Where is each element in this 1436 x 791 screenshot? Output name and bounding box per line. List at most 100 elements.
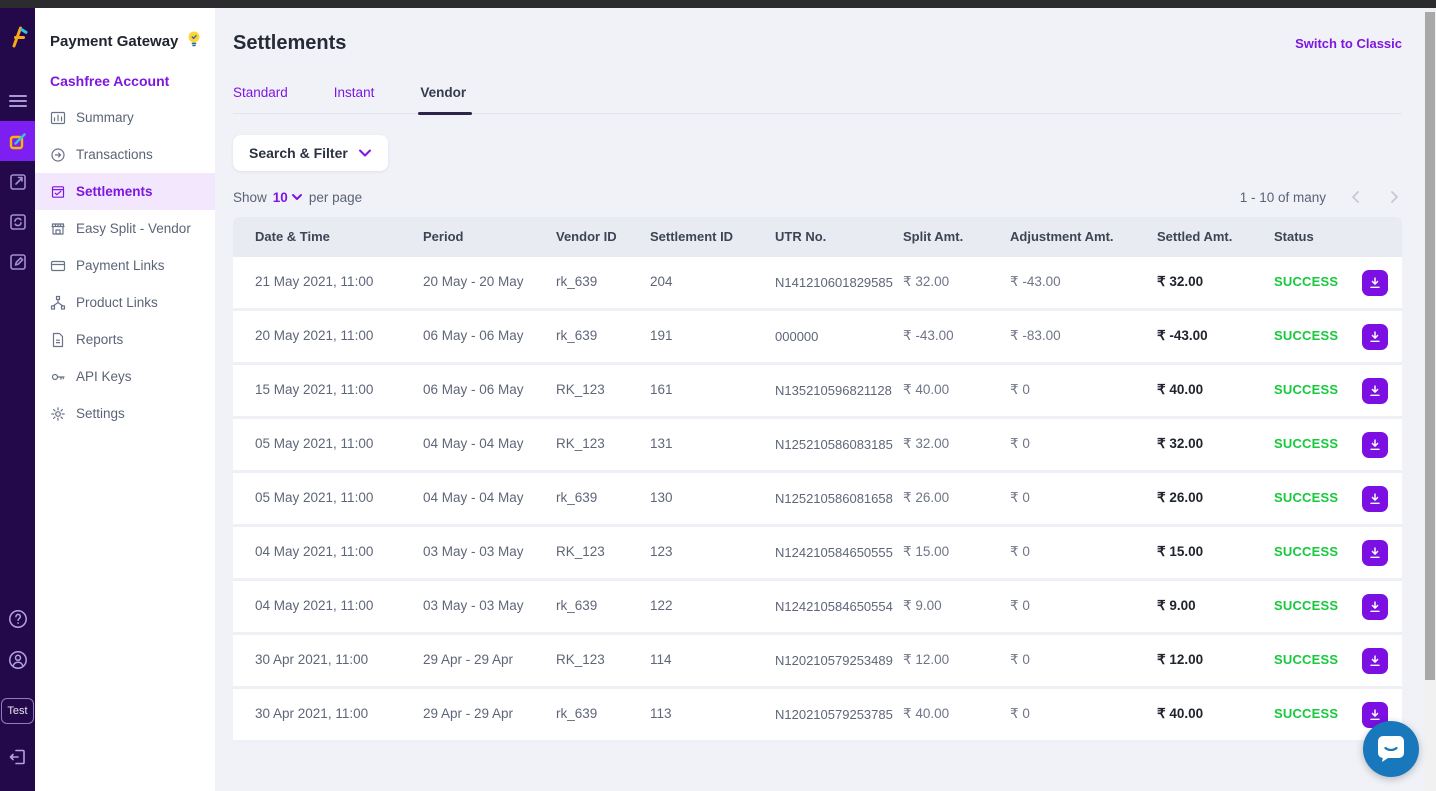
- main-content: Settlements Switch to Classic Standard I…: [215, 8, 1424, 791]
- test-mode-badge[interactable]: Test: [1, 698, 34, 724]
- transactions-icon: [50, 147, 66, 163]
- download-button[interactable]: [1362, 431, 1388, 458]
- sidebar: Payment Gateway Cashfree Account Summary…: [35, 8, 215, 791]
- pagination: 1 - 10 of many: [1240, 189, 1402, 205]
- download-button[interactable]: [1362, 539, 1388, 566]
- cell-date-time: 15 May 2021, 11:00: [255, 382, 374, 398]
- page-title: Settlements: [233, 32, 347, 54]
- help-icon[interactable]: [7, 608, 29, 635]
- cell-utr-no: N124210584650554: [775, 598, 893, 614]
- sidebar-item-reports[interactable]: Reports: [35, 321, 215, 358]
- download-icon: [1370, 600, 1380, 612]
- status-badge: SUCCESS: [1274, 598, 1339, 614]
- rail-item-sync-icon[interactable]: [0, 201, 35, 241]
- cell-adjustment-amt: ₹ 0: [1010, 490, 1030, 506]
- column-header-adjustment-amt: Adjustment Amt.: [1010, 229, 1114, 245]
- download-button[interactable]: [1362, 593, 1388, 620]
- cell-date-time: 04 May 2021, 11:00: [255, 598, 374, 614]
- rail-item-export-icon[interactable]: [0, 161, 35, 201]
- search-filter-label: Search & Filter: [249, 145, 348, 161]
- menu-hamburger-icon[interactable]: [0, 81, 35, 121]
- cell-settled-amt: ₹ 32.00: [1157, 274, 1204, 290]
- cell-settlement-id: 204: [650, 274, 673, 290]
- sidebar-item-label: Payment Links: [76, 258, 165, 273]
- table-header-row: Date & Time Period Vendor ID Settlement …: [233, 217, 1402, 257]
- cell-date-time: 30 Apr 2021, 11:00: [255, 706, 369, 722]
- cell-adjustment-amt: ₹ -43.00: [1010, 274, 1061, 290]
- rail-item-edit-icon[interactable]: [0, 241, 35, 281]
- page-size-select[interactable]: 10: [273, 190, 303, 205]
- table-row: 21 May 2021, 11:00 20 May - 20 May rk_63…: [233, 257, 1402, 311]
- table-row: 05 May 2021, 11:00 04 May - 04 May rk_63…: [233, 473, 1402, 527]
- cell-settlement-id: 123: [650, 544, 673, 560]
- cell-settled-amt: ₹ 12.00: [1157, 652, 1204, 668]
- status-badge: SUCCESS: [1274, 274, 1339, 290]
- scrollbar[interactable]: [1424, 8, 1436, 791]
- cell-utr-no: N125210586083185: [775, 436, 893, 452]
- account-name[interactable]: Cashfree Account: [35, 53, 215, 99]
- cell-split-amt: ₹ 32.00: [903, 436, 950, 452]
- sidebar-item-settlements[interactable]: Settlements: [35, 173, 215, 210]
- file-icon: [50, 332, 66, 348]
- sidebar-item-product-links[interactable]: Product Links: [35, 284, 215, 321]
- download-button[interactable]: [1362, 269, 1388, 296]
- scrollbar-thumb[interactable]: [1425, 12, 1435, 680]
- cell-settled-amt: ₹ 15.00: [1157, 544, 1204, 560]
- cell-settled-amt: ₹ 40.00: [1157, 706, 1204, 722]
- sidebar-item-label: API Keys: [76, 369, 132, 384]
- sidebar-item-api-keys[interactable]: API Keys: [35, 358, 215, 395]
- page-size-value: 10: [272, 189, 288, 205]
- status-badge: SUCCESS: [1274, 382, 1339, 398]
- chat-widget-button[interactable]: [1363, 721, 1419, 777]
- cell-date-time: 05 May 2021, 11:00: [255, 436, 374, 452]
- download-button[interactable]: [1362, 323, 1388, 350]
- cell-split-amt: ₹ 15.00: [903, 544, 950, 560]
- sidebar-item-transactions[interactable]: Transactions: [35, 136, 215, 173]
- cell-settlement-id: 161: [650, 382, 673, 398]
- settlement-tabs: Standard Instant Vendor: [233, 85, 1402, 115]
- download-icon: [1370, 384, 1380, 396]
- cell-utr-no: 000000: [775, 328, 819, 344]
- download-button[interactable]: [1362, 485, 1388, 512]
- tab-instant[interactable]: Instant: [334, 85, 375, 113]
- settlements-table: Date & Time Period Vendor ID Settlement …: [233, 217, 1402, 743]
- gear-icon: [50, 406, 66, 422]
- rail-item-payment-gateway[interactable]: [0, 121, 35, 161]
- download-button[interactable]: [1362, 647, 1388, 674]
- download-button[interactable]: [1362, 377, 1388, 404]
- cell-settlement-id: 114: [650, 652, 672, 668]
- logout-icon[interactable]: [7, 746, 29, 773]
- cell-period: 06 May - 06 May: [423, 382, 524, 398]
- cell-date-time: 21 May 2021, 11:00: [255, 274, 374, 290]
- tab-standard[interactable]: Standard: [233, 85, 288, 113]
- cell-utr-no: N120210579253785: [775, 706, 893, 722]
- product-title: Payment Gateway: [50, 33, 179, 50]
- sidebar-item-summary[interactable]: Summary: [35, 99, 215, 136]
- settlements-icon: [50, 184, 66, 200]
- switch-to-classic-link[interactable]: Switch to Classic: [1295, 36, 1402, 51]
- search-filter-button[interactable]: Search & Filter: [233, 135, 388, 171]
- sidebar-item-payment-links[interactable]: Payment Links: [35, 247, 215, 284]
- cell-utr-no: N135210596821128: [775, 382, 892, 398]
- cell-settlement-id: 113: [650, 706, 672, 722]
- sidebar-item-settings[interactable]: Settings: [35, 395, 215, 432]
- cell-adjustment-amt: ₹ -83.00: [1010, 328, 1061, 344]
- lightbulb-icon[interactable]: [186, 30, 202, 53]
- status-badge: SUCCESS: [1274, 706, 1339, 722]
- sidebar-item-label: Transactions: [76, 147, 153, 162]
- cell-period: 06 May - 06 May: [423, 328, 524, 344]
- status-badge: SUCCESS: [1274, 436, 1339, 452]
- previous-page-icon[interactable]: [1348, 189, 1364, 205]
- status-badge: SUCCESS: [1274, 490, 1339, 506]
- cell-period: 29 Apr - 29 Apr: [423, 652, 514, 668]
- sidebar-item-label: Easy Split - Vendor: [76, 221, 191, 236]
- sidebar-item-easy-split-vendor[interactable]: Easy Split - Vendor: [35, 210, 215, 247]
- next-page-icon[interactable]: [1386, 189, 1402, 205]
- store-icon: [50, 221, 66, 237]
- column-header-split-amt: Split Amt.: [903, 229, 964, 245]
- cell-period: 03 May - 03 May: [423, 598, 524, 614]
- account-icon[interactable]: [7, 649, 29, 676]
- cell-period: 04 May - 04 May: [423, 490, 524, 506]
- tab-vendor[interactable]: Vendor: [418, 85, 472, 115]
- credit-card-icon: [50, 258, 66, 274]
